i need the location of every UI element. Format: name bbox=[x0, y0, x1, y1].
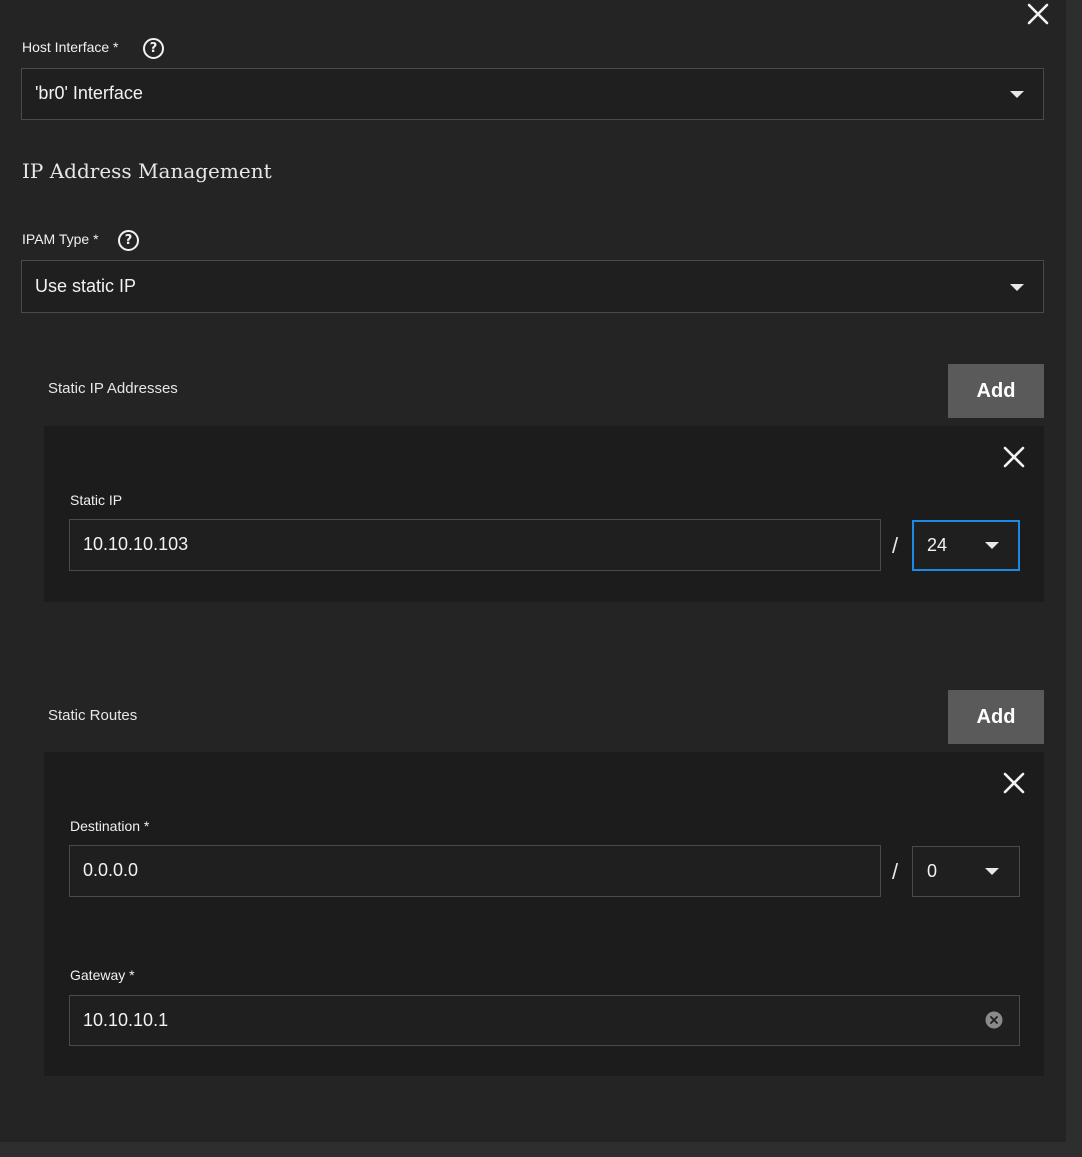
close-icon[interactable] bbox=[1002, 771, 1026, 795]
gateway-label: Gateway * bbox=[70, 967, 135, 983]
ipam-type-label: IPAM Type * bbox=[22, 231, 99, 247]
destination-label: Destination * bbox=[70, 818, 150, 834]
static-ip-addresses-header: Static IP Addresses bbox=[48, 380, 178, 397]
help-circle-icon[interactable]: ? bbox=[143, 38, 164, 59]
chevron-down-icon bbox=[1010, 91, 1024, 98]
static-ip-label: Static IP bbox=[70, 492, 123, 508]
close-icon[interactable] bbox=[1002, 445, 1026, 469]
panel-footer-edge bbox=[0, 1142, 1066, 1157]
cidr-separator: / bbox=[892, 533, 899, 558]
cidr-separator: / bbox=[892, 859, 899, 884]
destination-input[interactable]: 0.0.0.0 bbox=[69, 845, 881, 897]
close-icon[interactable] bbox=[1026, 2, 1050, 26]
host-interface-label: Host Interface * bbox=[22, 39, 119, 55]
gateway-value: 10.10.10.1 bbox=[83, 1010, 169, 1030]
host-interface-value: 'br0' Interface bbox=[35, 83, 143, 103]
ipam-section-title: IP Address Management bbox=[22, 159, 272, 183]
clear-circle-icon[interactable] bbox=[985, 1011, 1003, 1029]
host-interface-select[interactable]: 'br0' Interface bbox=[21, 68, 1044, 120]
scrollbar-track[interactable] bbox=[1066, 0, 1082, 1157]
help-circle-icon[interactable]: ? bbox=[118, 230, 139, 251]
static-route-card: Destination * 0.0.0.0 / 0 Gateway * 10.1… bbox=[44, 752, 1044, 1076]
chevron-down-icon bbox=[985, 542, 999, 549]
add-static-route-button[interactable]: Add bbox=[948, 690, 1044, 744]
static-ip-value: 10.10.10.103 bbox=[83, 534, 189, 554]
chevron-down-icon bbox=[1010, 284, 1024, 291]
static-ip-input[interactable]: 10.10.10.103 bbox=[69, 519, 881, 571]
add-static-ip-button[interactable]: Add bbox=[948, 364, 1044, 418]
ipam-type-value: Use static IP bbox=[35, 276, 137, 296]
destination-mask-select[interactable]: 0 bbox=[912, 846, 1020, 897]
gateway-input[interactable]: 10.10.10.1 bbox=[69, 995, 1020, 1046]
static-ip-card: Static IP 10.10.10.103 / 24 bbox=[44, 426, 1044, 602]
static-routes-header: Static Routes bbox=[48, 707, 138, 724]
static-ip-mask-select[interactable]: 24 bbox=[912, 520, 1020, 571]
destination-value: 0.0.0.0 bbox=[83, 860, 139, 880]
static-ip-mask-value: 24 bbox=[927, 535, 948, 555]
ipam-type-select[interactable]: Use static IP bbox=[21, 260, 1044, 313]
destination-mask-value: 0 bbox=[927, 861, 938, 881]
chevron-down-icon bbox=[985, 868, 999, 875]
